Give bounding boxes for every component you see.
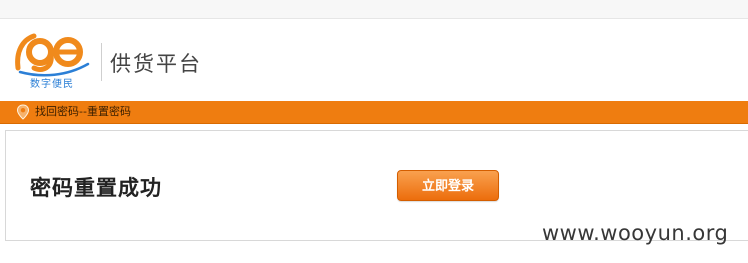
- login-button[interactable]: 立即登录: [397, 170, 499, 201]
- site-header: 数字便民 供货平台: [0, 19, 748, 99]
- site-name: 供货平台: [110, 52, 202, 76]
- logo-tagline: 数字便民: [30, 79, 74, 90]
- success-message: 密码重置成功: [30, 176, 162, 200]
- logo-mark-icon: [15, 33, 90, 77]
- breadcrumb-bar: 找回密码--重置密码: [0, 101, 748, 124]
- watermark: www.wooyun.org: [542, 221, 729, 245]
- breadcrumb: 找回密码--重置密码: [35, 105, 131, 118]
- location-pin-icon: [16, 104, 30, 120]
- logo-divider: [101, 43, 102, 81]
- top-strip: [0, 0, 748, 19]
